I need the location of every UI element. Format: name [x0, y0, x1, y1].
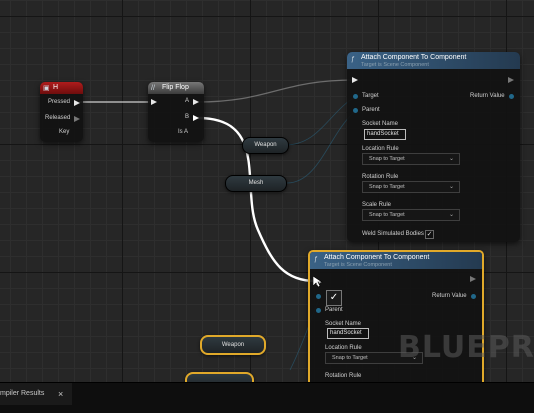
attach1-subtitle: Target is Scene Component	[361, 62, 429, 68]
flipflop-b-exec-pin[interactable]	[193, 115, 199, 121]
attach1-return-pin[interactable]	[509, 94, 514, 99]
flipflop-a-label: A	[185, 98, 190, 104]
attach2-location-label: Location Rule	[325, 345, 362, 351]
attach1-location-label: Location Rule	[362, 146, 399, 152]
attach1-title: Attach Component To Component	[361, 54, 467, 61]
flipflop-header: // Flip Flop	[148, 82, 204, 94]
attach1-header: ƒ Attach Component To Component Target i…	[347, 52, 520, 69]
flipflop-node[interactable]: // Flip Flop A B Is A	[148, 82, 204, 142]
attach2-location-value: Snap to Target	[332, 355, 368, 361]
attach1-parent-pin[interactable]	[353, 108, 358, 113]
attach-component-node-2[interactable]: ƒ Attach Component To Component Target i…	[308, 250, 484, 394]
attach2-title: Attach Component To Component	[324, 254, 430, 261]
attach2-return-pin[interactable]	[471, 294, 476, 299]
attach1-target-label: Target	[362, 93, 379, 99]
chevron-down-icon: ⌄	[448, 156, 454, 162]
attach2-exec-out-pin[interactable]	[470, 276, 476, 282]
close-icon[interactable]: ×	[58, 383, 63, 405]
bottom-panel-bar: mpiler Results ×	[0, 382, 534, 413]
chevron-down-icon: ⌄	[448, 184, 454, 190]
compiler-results-tab[interactable]: mpiler Results ×	[0, 383, 72, 405]
mouse-cursor-icon	[313, 276, 323, 288]
attach2-parent-pin[interactable]	[316, 308, 321, 313]
exec-wire-a-to-attach1	[196, 79, 356, 103]
attach1-scale-label: Scale Rule	[362, 202, 392, 208]
attach1-rotation-value: Snap to Target	[369, 184, 405, 190]
weapon-variable-node[interactable]: Weapon	[242, 137, 289, 154]
h-node-header: ▣ H	[40, 82, 83, 94]
attach1-exec-out-pin[interactable]	[508, 77, 514, 83]
key-pin-label: Key	[59, 129, 70, 135]
attach1-parent-label: Parent	[362, 107, 380, 113]
checkmark-preview: ✓	[326, 290, 342, 306]
attach1-exec-in-pin[interactable]	[352, 77, 358, 83]
attach2-parent-label: Parent	[325, 307, 343, 313]
released-pin-label: Released	[45, 115, 71, 121]
attach2-rotation-label: Rotation Rule	[325, 373, 362, 379]
attach1-scale-dropdown[interactable]: Snap to Target ⌄	[362, 209, 460, 221]
function-icon: ƒ	[351, 56, 355, 63]
flipflop-b-label: B	[185, 114, 190, 120]
attach1-socket-input[interactable]: handSocket	[364, 129, 406, 140]
blueprint-graph-canvas[interactable]: ▣ H Pressed Released Key // Flip Flop A …	[0, 0, 534, 412]
attach1-socket-label: Socket Name	[362, 121, 399, 127]
mesh-variable-node[interactable]: Mesh	[225, 175, 287, 192]
weapon-variable-node-selected[interactable]: Weapon	[200, 335, 266, 355]
flipflop-exec-in-pin[interactable]	[151, 99, 157, 105]
attach2-subtitle: Target is Scene Component	[324, 262, 392, 268]
macro-icon: //	[151, 85, 155, 92]
flipflop-title: Flip Flop	[162, 84, 189, 91]
flipflop-is-a-label: Is A	[178, 129, 189, 135]
h-key-event-node[interactable]: ▣ H Pressed Released Key	[40, 82, 83, 142]
compiler-results-label: mpiler Results	[0, 390, 45, 397]
pressed-pin-label: Pressed	[48, 99, 71, 105]
function-icon: ƒ	[314, 256, 318, 263]
keyboard-event-icon: ▣	[43, 85, 50, 92]
attach1-weld-checkbox[interactable]: ✓	[425, 230, 434, 239]
attach1-location-dropdown[interactable]: Snap to Target ⌄	[362, 153, 460, 165]
released-exec-pin[interactable]	[74, 116, 80, 122]
flipflop-a-exec-pin[interactable]	[193, 99, 199, 105]
h-node-title: H	[53, 84, 59, 91]
attach1-rotation-label: Rotation Rule	[362, 174, 399, 180]
attach1-target-pin[interactable]	[353, 94, 358, 99]
attach1-scale-value: Snap to Target	[369, 212, 405, 218]
attach1-weld-label: Weld Simulated Bodies	[362, 231, 424, 237]
attach-component-node-1[interactable]: ƒ Attach Component To Component Target i…	[347, 52, 520, 242]
attach2-socket-input[interactable]: handSocket	[327, 328, 369, 339]
attach2-header: ƒ Attach Component To Component Target i…	[310, 252, 482, 269]
attach1-location-value: Snap to Target	[369, 156, 405, 162]
blueprint-watermark: BLUEPRI	[398, 330, 534, 365]
pressed-exec-pin[interactable]	[74, 100, 80, 106]
attach2-return-label: Return Value	[432, 293, 467, 299]
attach1-rotation-dropdown[interactable]: Snap to Target ⌄	[362, 181, 460, 193]
attach1-return-label: Return Value	[470, 93, 505, 99]
chevron-down-icon: ⌄	[448, 212, 454, 218]
attach2-socket-label: Socket Name	[325, 321, 362, 327]
attach2-target-pin[interactable]	[316, 294, 321, 299]
